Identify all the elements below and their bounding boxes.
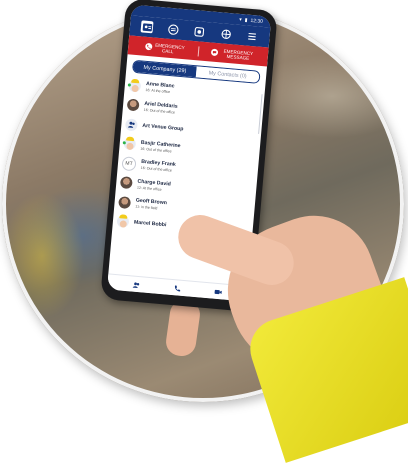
contact-text: Marcel Bobbi	[134, 220, 167, 229]
contact-text: Art Venue Group	[142, 123, 184, 133]
avatar	[127, 78, 142, 93]
tab-my-company[interactable]: My Company (29)	[133, 60, 197, 78]
avatar	[122, 136, 137, 151]
avatar	[126, 98, 140, 112]
contact-text: Anne Blanc 16: At the office	[145, 81, 174, 94]
message-icon	[211, 48, 219, 57]
contact-text: Bradley Frank 16: Out of the office	[141, 159, 176, 173]
contact-text: Geoff Brown 11: in the field	[135, 198, 167, 212]
contact-text: Ariel Deldaris 16: Out of the office	[144, 101, 178, 115]
avatar	[116, 214, 130, 229]
group-icon[interactable]	[131, 275, 141, 294]
avatar	[124, 118, 138, 132]
contact-text: Charge David 12: At the office	[137, 178, 171, 192]
tab-my-contacts[interactable]: My Contacts (0)	[195, 66, 260, 83]
contact-text: Basjir Catherine 16: Out of the office	[140, 140, 181, 154]
battery-icon: ▮	[244, 16, 248, 24]
nav-chat-icon[interactable]	[167, 23, 180, 36]
online-status-dot	[122, 141, 126, 145]
avatar: MT	[121, 155, 137, 172]
emergency-call-button[interactable]: EMERGENCY CALL	[128, 40, 198, 56]
avatar	[119, 176, 133, 190]
nav-menu-icon[interactable]	[246, 30, 259, 43]
call-icon[interactable]	[173, 279, 183, 298]
wifi-icon: ▾	[238, 16, 242, 23]
avatar	[118, 195, 132, 209]
avatar-initials: MT	[125, 160, 133, 167]
emergency-message-label: EMERGENCY MESSAGE	[223, 48, 254, 61]
emergency-call-label: EMERGENCY CALL	[155, 42, 185, 54]
video-icon[interactable]	[214, 282, 224, 301]
status-time: 12:30	[250, 17, 264, 25]
nav-contacts-icon[interactable]	[140, 20, 154, 34]
contact-name: Marcel Bobbi	[133, 219, 167, 229]
online-status-dot	[127, 83, 132, 87]
emergency-message-button[interactable]: EMERGENCY MESSAGE	[197, 45, 269, 62]
nav-alerts-icon[interactable]	[193, 25, 206, 38]
nav-location-icon[interactable]	[220, 27, 233, 40]
phone-icon	[144, 42, 153, 51]
contact-name: Art Venue Group	[142, 122, 184, 133]
